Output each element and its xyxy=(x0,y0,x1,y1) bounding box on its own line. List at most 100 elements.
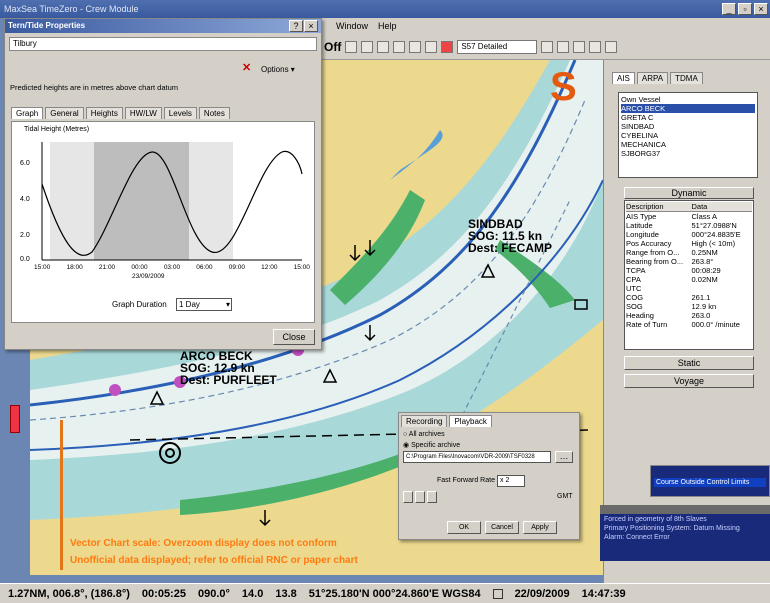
tab-general[interactable]: General xyxy=(45,107,84,119)
all-archives-radio[interactable]: ○ All archives xyxy=(403,431,445,438)
vessel-label-arco: ARCO BECK SOG: 12.9 kn Dest: PURFLEET xyxy=(180,350,277,386)
grid-icon[interactable] xyxy=(409,40,422,53)
ok-button[interactable]: OK xyxy=(447,521,481,534)
save-icon[interactable] xyxy=(345,40,358,53)
display-icon[interactable] xyxy=(557,40,570,53)
vessel-list[interactable]: Own Vessel ARCO BECK GRETA C SINDBAD CYB… xyxy=(618,92,758,178)
duration-select[interactable]: 1 Day ▾ xyxy=(176,298,232,311)
chart-detail-select[interactable]: S57 Detailed xyxy=(457,39,538,54)
play-button[interactable] xyxy=(415,491,425,503)
rewind-button[interactable] xyxy=(403,491,413,503)
delete-icon[interactable]: ✕ xyxy=(242,63,252,74)
table-row[interactable]: Longitude 000°24.8835'E xyxy=(626,230,752,239)
buoy-marker xyxy=(109,384,121,396)
settings-icon[interactable] xyxy=(425,40,438,53)
row-value: 000.0° /minute xyxy=(691,320,740,329)
graph-tab-panel: Tidal Height (Metres) 6.0 4.0 2.0 0.0 15… xyxy=(11,121,315,323)
browse-button[interactable]: … xyxy=(555,451,573,463)
cancel-button[interactable]: Cancel xyxy=(485,521,519,534)
window-title: MaxSea TimeZero - Crew Module xyxy=(4,4,139,14)
alert-box[interactable]: Course Outside Control Limits xyxy=(650,465,770,497)
alert-text: Course Outside Control Limits xyxy=(654,478,766,487)
zoom-out-icon[interactable] xyxy=(377,40,390,53)
tab-hwlw[interactable]: HW/LW xyxy=(124,107,162,119)
power-off-label[interactable]: Off xyxy=(324,40,341,54)
target-tabs: AIS ARPA TDMA xyxy=(612,72,703,84)
alarm-title-bar[interactable] xyxy=(600,505,770,514)
chevron-down-icon: ▾ xyxy=(225,300,230,309)
zoom-in-icon[interactable] xyxy=(361,40,374,53)
left-edge-panel xyxy=(0,350,30,583)
table-row[interactable]: Rate of Turn 000.0° /minute xyxy=(626,320,752,329)
tab-notes[interactable]: Notes xyxy=(198,107,230,119)
close-button[interactable]: × xyxy=(304,20,318,32)
time-label: GMT xyxy=(557,493,573,500)
stop-button[interactable] xyxy=(427,491,437,503)
route-icon[interactable] xyxy=(573,40,586,53)
list-item[interactable]: GRETA C xyxy=(621,113,755,122)
x-tick: 09:00 xyxy=(228,264,245,271)
tab-heights[interactable]: Heights xyxy=(85,107,123,119)
alarm-line: Primary Positioning System: Datum Missin… xyxy=(604,525,740,532)
list-item[interactable]: Own Vessel xyxy=(621,95,755,104)
table-body: AIS Type Class A Latitude 51°27.0988'N Longi… xyxy=(626,212,752,329)
list-item[interactable]: SINDBAD xyxy=(621,122,755,131)
table-row[interactable]: Latitude 51°27.0988'N xyxy=(626,221,752,230)
table-row[interactable]: Pos Accuracy High (< 10m) xyxy=(626,239,752,248)
toolbar: Off S57 Detailed xyxy=(320,34,770,60)
target-icon[interactable] xyxy=(589,40,602,53)
table-row[interactable]: Heading 263.0 xyxy=(626,311,752,320)
close-button[interactable]: Close xyxy=(273,329,315,345)
apply-button[interactable]: Apply xyxy=(523,521,557,534)
tab-recording[interactable]: Recording xyxy=(401,415,448,427)
search-icon[interactable] xyxy=(393,40,406,53)
time: 14:47:39 xyxy=(581,587,626,600)
tab-tdma[interactable]: TDMA xyxy=(670,72,703,84)
list-item[interactable]: SJBORG37 xyxy=(621,149,755,158)
fast-forward-select[interactable]: x 2 xyxy=(497,475,525,487)
voyage-button[interactable]: Voyage xyxy=(624,374,754,388)
station-field[interactable]: Tilbury xyxy=(9,37,317,51)
static-button[interactable]: Static xyxy=(624,356,754,370)
row-description: Range from O... xyxy=(626,248,680,257)
inlet xyxy=(390,130,443,180)
layer-icon[interactable] xyxy=(541,40,554,53)
x-tick: 06:00 xyxy=(196,264,213,271)
left-alarm-icon[interactable] xyxy=(10,405,20,433)
table-row[interactable]: SOG 12.9 kn xyxy=(626,302,752,311)
x-tick: 12:00 xyxy=(261,264,278,271)
menu-window[interactable]: Window xyxy=(336,18,368,34)
options-button[interactable]: Options ▾ xyxy=(261,65,295,74)
close-button[interactable]: × xyxy=(754,3,768,15)
tab-levels[interactable]: Levels xyxy=(163,107,197,119)
list-item[interactable]: CYBELINA xyxy=(621,131,755,140)
list-item[interactable]: ARCO BECK xyxy=(621,104,755,113)
table-row[interactable]: AIS Type Class A xyxy=(626,212,752,221)
y-tick: 2.0 xyxy=(20,232,30,239)
table-row[interactable]: COG 261.1 xyxy=(626,293,752,302)
table-row[interactable]: CPA 0.02NM xyxy=(626,275,752,284)
dynamic-header[interactable]: Dynamic xyxy=(624,187,754,199)
fast-forward-label: Fast Forward Rate xyxy=(437,477,495,484)
status-bar: 1.27NM, 006.8°, (186.8°) 00:05:25 090.0°… xyxy=(0,583,770,603)
maximize-button[interactable]: ▫ xyxy=(738,3,752,15)
tab-graph[interactable]: Graph xyxy=(11,107,44,119)
tab-arpa[interactable]: ARPA xyxy=(636,72,669,84)
flag-icon[interactable] xyxy=(441,40,454,53)
minimize-button[interactable]: _ xyxy=(722,3,736,15)
table-row[interactable]: UTC xyxy=(626,284,752,293)
help-button[interactable]: ? xyxy=(289,20,303,32)
x-tick: 00:00 xyxy=(131,264,148,271)
list-item[interactable]: MECHANICA xyxy=(621,140,755,149)
table-row[interactable]: Range from O... 0.25NM xyxy=(626,248,752,257)
tab-playback[interactable]: Playback xyxy=(449,415,492,427)
print-icon[interactable] xyxy=(605,40,618,53)
y-tick: 6.0 xyxy=(20,160,30,167)
table-row[interactable]: TCPA 00:08:29 xyxy=(626,266,752,275)
specific-archive-radio[interactable]: ◉ Specific archive xyxy=(403,441,460,449)
table-row[interactable]: Bearing from O... 263.8° xyxy=(626,257,752,266)
archive-path-field[interactable]: C:\Program Files\Inovacom\VDR-2009\TSF03… xyxy=(403,451,551,463)
calendar-icon[interactable] xyxy=(492,588,503,599)
menu-help[interactable]: Help xyxy=(378,18,397,34)
tab-ais[interactable]: AIS xyxy=(612,72,635,84)
